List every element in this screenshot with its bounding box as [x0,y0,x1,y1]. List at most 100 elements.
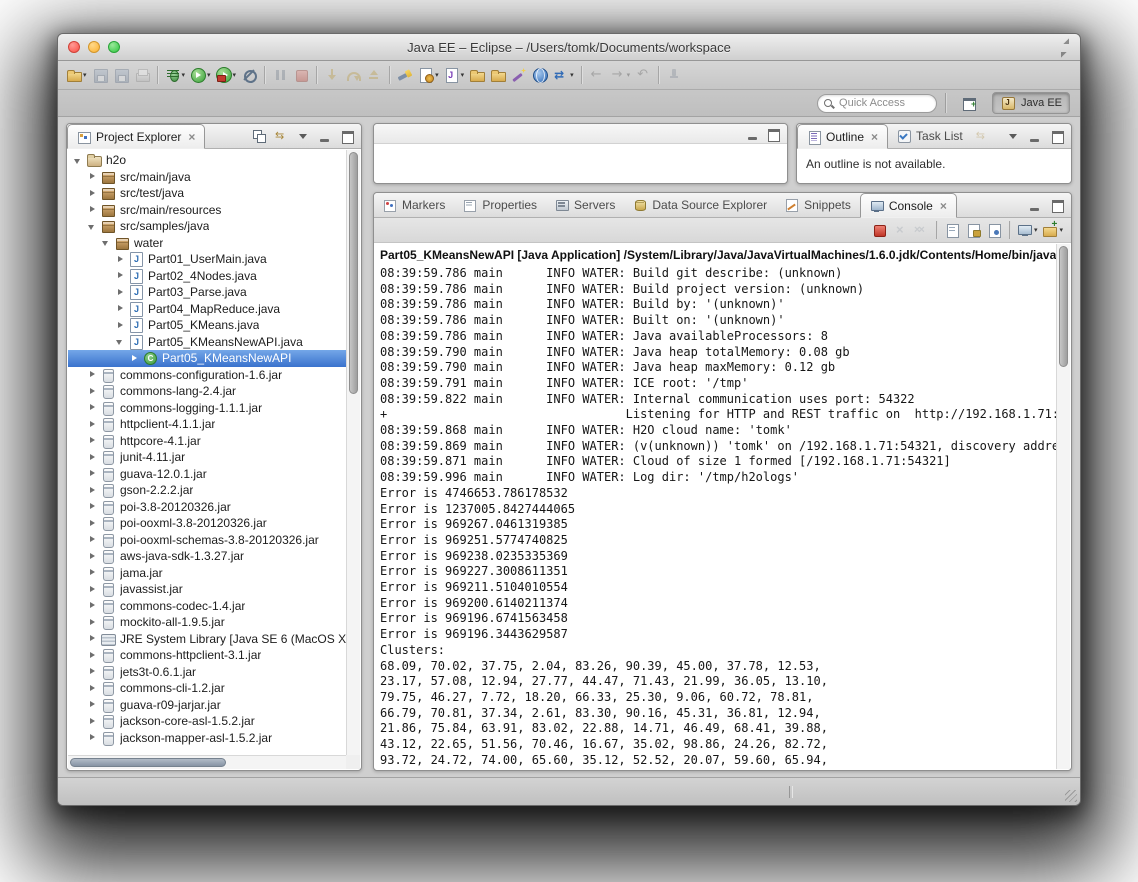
maximize-button[interactable] [1047,126,1067,146]
expand-arrow-icon[interactable] [88,552,97,561]
tree-item[interactable]: jama.jar [68,565,346,582]
status-sash[interactable] [789,786,793,798]
search-button[interactable] [395,63,415,87]
tree-item[interactable]: jackson-core-asl-1.5.2.jar [68,713,346,730]
forward-button[interactable]: ▾ [608,63,633,87]
tree-item[interactable]: Part05_KMeansNewAPI [68,350,346,367]
import-button[interactable] [488,63,508,87]
tree-item[interactable]: Part05_KMeans.java [68,317,346,334]
open-perspective-button[interactable] [954,92,984,114]
expand-arrow-icon[interactable] [88,172,97,181]
minimize-button[interactable] [315,126,335,146]
tree-item[interactable]: gson-2.2.2.jar [68,482,346,499]
expand-arrow-icon[interactable] [116,321,125,330]
collapse-all-button[interactable] [249,126,269,146]
display-selected-console-button[interactable]: ▾ [1015,219,1040,241]
expand-arrow-icon[interactable] [88,189,97,198]
tree-item[interactable]: commons-logging-1.1.1.jar [68,400,346,417]
collapse-arrow-icon[interactable] [74,156,83,165]
maximize-button[interactable] [1047,195,1067,215]
terminate-button[interactable] [291,63,311,87]
minimize-button[interactable] [1025,195,1045,215]
tree-item[interactable]: JRE System Library [Java SE 6 (MacOS X D… [68,631,346,648]
tree-item[interactable]: jackson-mapper-asl-1.5.2.jar [68,730,346,747]
pin-console-button[interactable] [984,219,1004,241]
minimize-button[interactable] [1025,126,1045,146]
debug-button[interactable]: ▾ [163,63,188,87]
tree-item[interactable]: javassist.jar [68,581,346,598]
tree-item[interactable]: commons-lang-2.4.jar [68,383,346,400]
titlebar[interactable]: Java EE – Eclipse – /Users/tomk/Document… [58,34,1080,61]
expand-arrow-icon[interactable] [88,387,97,396]
resize-grip[interactable] [1065,790,1077,802]
tree-item[interactable]: httpcore-4.1.jar [68,433,346,450]
java-ee-perspective-button[interactable]: Java EE [992,92,1070,114]
expand-arrow-icon[interactable] [88,535,97,544]
tab-properties[interactable]: Properties [454,193,546,217]
tab-project-explorer[interactable]: Project Explorer × [67,124,206,149]
console-vscrollbar[interactable] [1056,244,1070,769]
expand-arrow-icon[interactable] [88,436,97,445]
tree-item[interactable]: src/test/java [68,185,346,202]
tab-markers[interactable]: Markers [374,193,454,217]
zoom-button[interactable] [108,41,120,53]
tab-servers[interactable]: Servers [546,193,624,217]
editor-empty-area[interactable] [374,144,787,183]
project-tree-vscrollbar[interactable] [346,150,360,755]
expand-arrow-icon[interactable] [88,403,97,412]
tree-item[interactable]: poi-3.8-20120326.jar [68,499,346,516]
tree-item[interactable]: h2o [68,152,346,169]
expand-arrow-icon[interactable] [88,651,97,660]
tree-item[interactable]: src/main/resources [68,202,346,219]
synchronize-button[interactable]: ▾ [551,63,576,87]
scroll-lock-button[interactable] [963,219,983,241]
run-button[interactable]: ▾ [188,63,213,87]
tree-item[interactable]: commons-httpclient-3.1.jar [68,647,346,664]
expand-arrow-icon[interactable] [88,568,97,577]
maximize-button[interactable] [337,126,357,146]
expand-arrow-icon[interactable] [130,354,139,363]
tree-item[interactable]: guava-12.0.1.jar [68,466,346,483]
tree-item[interactable]: src/samples/java [68,218,346,235]
step-return-button[interactable] [364,63,384,87]
tree-item[interactable]: poi-ooxml-schemas-3.8-20120326.jar [68,532,346,549]
terminate-button[interactable] [869,219,889,241]
tree-item[interactable]: httpclient-4.1.1.jar [68,416,346,433]
expand-arrow-icon[interactable] [88,420,97,429]
expand-arrow-icon[interactable] [88,519,97,528]
close-icon[interactable]: × [188,131,195,143]
tree-item[interactable]: mockito-all-1.9.5.jar [68,614,346,631]
expand-arrow-icon[interactable] [88,717,97,726]
link-with-editor-button[interactable] [972,126,992,146]
tree-item[interactable]: Part04_MapReduce.java [68,301,346,318]
print-button[interactable] [132,63,152,87]
magic-wand-button[interactable] [509,63,529,87]
step-over-button[interactable] [343,63,363,87]
step-into-button[interactable] [322,63,342,87]
tree-item[interactable]: water [68,235,346,252]
tree-item[interactable]: jets3t-0.6.1.jar [68,664,346,681]
tree-item[interactable]: commons-cli-1.2.jar [68,680,346,697]
back-button[interactable] [587,63,607,87]
new-button[interactable]: ▾ [64,63,89,87]
remove-launch-button[interactable] [890,219,910,241]
tree-item[interactable]: Part02_4Nodes.java [68,268,346,285]
tab-outline[interactable]: Outline × [797,124,889,149]
tab-snippets[interactable]: Snippets [776,193,860,217]
expand-arrow-icon[interactable] [88,205,97,214]
external-tools-button[interactable]: ▾ [214,63,239,87]
expand-arrow-icon[interactable] [88,585,97,594]
expand-arrow-icon[interactable] [88,667,97,676]
tree-item[interactable]: guava-r09-jarjar.jar [68,697,346,714]
expand-arrow-icon[interactable] [116,255,125,264]
project-tree-hscrollbar[interactable] [68,755,346,769]
scrollbar-thumb[interactable] [1059,246,1068,367]
expand-arrow-icon[interactable] [116,271,125,280]
close-icon[interactable]: × [940,200,947,212]
close-icon[interactable]: × [871,131,878,143]
tab-task-list[interactable]: Task List [888,124,972,148]
expand-arrow-icon[interactable] [88,469,97,478]
tab-data-source-explorer[interactable]: Data Source Explorer [624,193,776,217]
save-button[interactable] [90,63,110,87]
remove-all-launches-button[interactable] [911,219,931,241]
